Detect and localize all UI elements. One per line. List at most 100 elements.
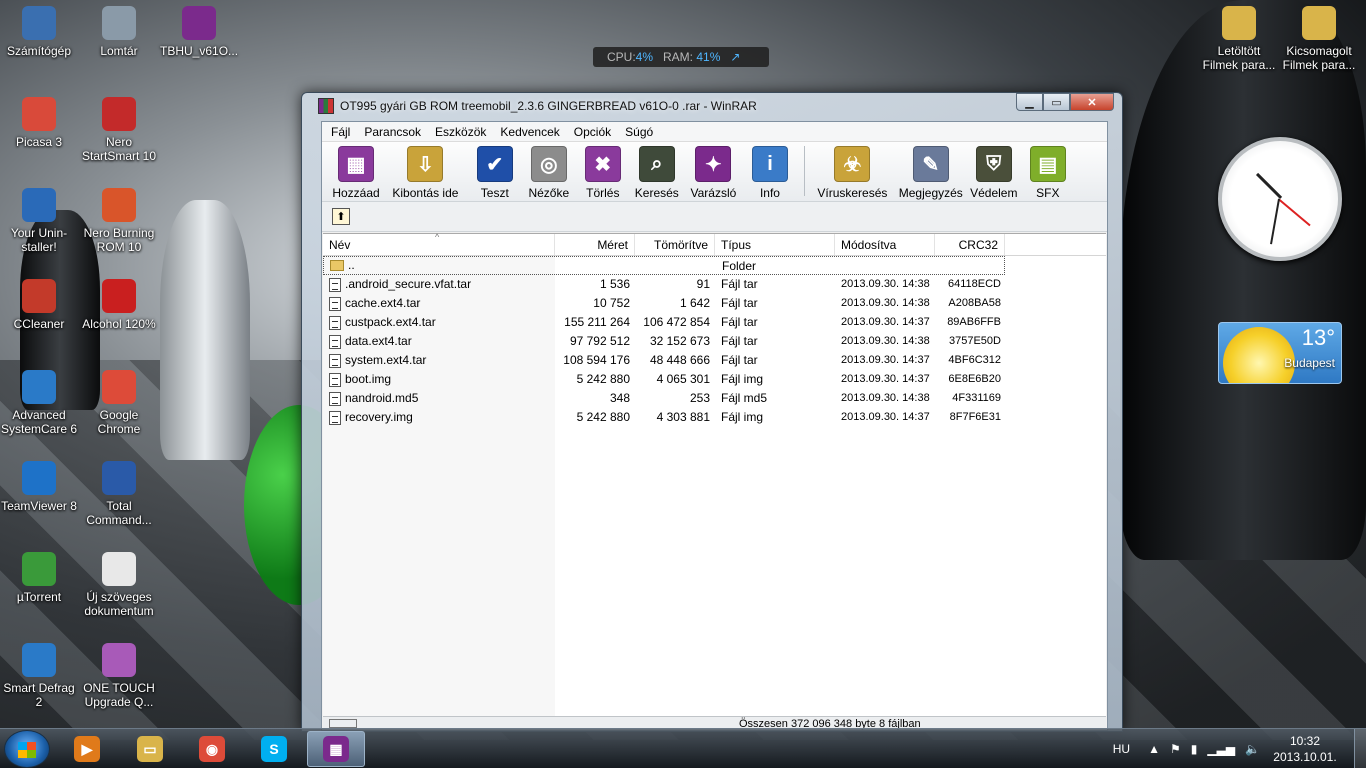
minimize-button[interactable]: ▁: [1016, 93, 1043, 111]
taskbar-button-chrome[interactable]: ◉: [183, 731, 241, 767]
maximize-button[interactable]: ▭: [1043, 93, 1070, 111]
winrar-icon[interactable]: [318, 98, 334, 114]
desktop-icon[interactable]: Smart Defrag 2: [0, 643, 78, 709]
file-row[interactable]: custpack.ext4.tar 155 211 264 106 472 854 F…: [323, 313, 1106, 332]
weather-gadget[interactable]: 13° Budapest: [1218, 322, 1342, 384]
performance-gadget[interactable]: CPU:4% RAM: 41% ↗: [593, 47, 769, 67]
taskbar-button-winrar[interactable]: ▦: [307, 731, 365, 767]
file-row[interactable]: recovery.img 5 242 880 4 303 881 Fájl img 20…: [323, 408, 1106, 427]
network-signal-icon[interactable]: ▁▃▅: [1207, 742, 1235, 756]
menu-item[interactable]: Parancsok: [357, 125, 428, 139]
toolbar-button[interactable]: i Info: [744, 146, 796, 200]
column-header-type[interactable]: Típus: [715, 234, 835, 255]
desktop-icon[interactable]: Total Command...: [80, 461, 158, 527]
file-row[interactable]: nandroid.md5 348 253 Fájl md5 2013.09.30. 14…: [323, 389, 1106, 408]
desktop-icon-label: CCleaner: [13, 317, 65, 331]
toolbar-button[interactable]: ✔ Teszt: [469, 146, 521, 200]
toolbar-button[interactable]: ◎ Nézőke: [523, 146, 575, 200]
desktop-icon[interactable]: Nero Burning ROM 10: [80, 188, 158, 254]
file-size: 348: [609, 391, 630, 405]
volume-icon[interactable]: 🔈: [1245, 742, 1260, 756]
toolbar-button[interactable]: ▦ Hozzáad: [330, 146, 382, 200]
ram-label: RAM:: [663, 50, 694, 64]
desktop-icon[interactable]: Picasa 3: [0, 97, 78, 149]
file-list[interactable]: ^ Név Méret Tömörítve Típus Módosítva CR…: [323, 232, 1106, 716]
desktop-icon[interactable]: TeamViewer 8: [0, 461, 78, 513]
column-header-crc[interactable]: CRC32: [935, 234, 1005, 255]
binoculars-icon: ⌕: [638, 146, 675, 182]
desktop-icon[interactable]: Your Unin-staller!: [0, 188, 78, 254]
title-bar[interactable]: OT995 gyári GB ROM treemobil_2.3.6 GINGE…: [302, 93, 1122, 119]
file-packed-size: 4 065 301: [656, 372, 710, 386]
menu-item[interactable]: Eszközök: [428, 125, 493, 139]
file-icon: [329, 372, 341, 387]
column-header-packed[interactable]: Tömörítve: [635, 234, 715, 255]
file-type: Fájl tar: [721, 296, 758, 310]
toolbar-button-label: Törlés: [586, 186, 620, 200]
extract-folder-icon: ⇩: [407, 146, 444, 182]
file-type: Fájl tar: [721, 315, 758, 329]
desktop-icon[interactable]: Számítógép: [0, 6, 78, 58]
file-row[interactable]: data.ext4.tar 97 792 512 32 152 673 Fájl ta…: [323, 332, 1106, 351]
file-icon: [329, 315, 341, 330]
toolbar-button-label: Hozzáad: [332, 186, 380, 200]
desktop-icon[interactable]: Kicsomagolt Filmek para...: [1280, 6, 1358, 72]
usb-device-icon[interactable]: ▮: [1191, 742, 1198, 756]
file-row[interactable]: system.ext4.tar 108 594 176 48 448 666 Fájl…: [323, 351, 1106, 370]
taskbar-button-media-player[interactable]: ▶: [58, 731, 116, 767]
file-row[interactable]: .android_secure.vfat.tar 1 536 91 Fájl tar 2…: [323, 275, 1106, 294]
parent-folder-row[interactable]: .. Folder: [323, 256, 1005, 275]
taskbar-clock[interactable]: 10:32 2013.10.01.: [1270, 733, 1340, 765]
toolbar-button[interactable]: ▤ SFX: [1022, 146, 1074, 200]
toolbar-button[interactable]: ⇩ Kibontás ide: [384, 146, 467, 200]
file-icon: [329, 277, 341, 292]
toolbar-button[interactable]: ☣ Víruskeresés: [811, 146, 894, 200]
menu-item[interactable]: Súgó: [618, 125, 660, 139]
file-packed-size: 32 152 673: [649, 334, 710, 348]
toolbar-button[interactable]: ✖ Törlés: [577, 146, 629, 200]
desktop-icon[interactable]: CCleaner: [0, 279, 78, 331]
action-center-flag-icon[interactable]: ⚑: [1170, 742, 1181, 756]
toolbar-button[interactable]: ⌕ Keresés: [631, 146, 683, 200]
desktop-icon[interactable]: Alcohol 120%: [80, 279, 158, 331]
close-button[interactable]: ✕: [1070, 93, 1114, 111]
desktop-icon[interactable]: Letöltött Filmek para...: [1200, 6, 1278, 72]
list-header: ^ Név Méret Tömörítve Típus Módosítva CR…: [323, 232, 1106, 256]
desktop-icon[interactable]: Lomtár: [80, 6, 158, 58]
winrar-window[interactable]: OT995 gyári GB ROM treemobil_2.3.6 GINGE…: [301, 92, 1123, 732]
shield-icon: ⛨: [975, 146, 1012, 182]
desktop-icon[interactable]: Nero StartSmart 10: [80, 97, 158, 163]
column-header-modified[interactable]: Módosítva: [835, 234, 935, 255]
column-header-size[interactable]: Méret: [555, 234, 635, 255]
arrow-icon[interactable]: ↗: [730, 50, 740, 64]
desktop-icon[interactable]: ONE TOUCH Upgrade Q...: [80, 643, 158, 709]
toolbar-button[interactable]: ✦ Varázsló: [685, 146, 742, 200]
desktop-icon[interactable]: Új szöveges dokumentum: [80, 552, 158, 618]
show-hidden-icons-icon[interactable]: ▲: [1148, 742, 1160, 756]
language-indicator[interactable]: HU: [1113, 742, 1130, 756]
desktop-icon[interactable]: TBHU_v61O...: [160, 6, 238, 58]
clock-gadget[interactable]: [1218, 137, 1342, 261]
taskbar-button-explorer[interactable]: ▭: [121, 731, 179, 767]
show-desktop-button[interactable]: [1354, 729, 1366, 768]
toolbar-button[interactable]: ✎ Megjegyzés: [896, 146, 966, 200]
file-row[interactable]: cache.ext4.tar 10 752 1 642 Fájl tar 2013.09…: [323, 294, 1106, 313]
start-button[interactable]: [4, 730, 50, 768]
taskbar-button-skype[interactable]: S: [245, 731, 303, 767]
maximize-icon: ▭: [1051, 96, 1062, 109]
up-folder-button[interactable]: ⬆: [332, 208, 350, 225]
file-row[interactable]: boot.img 5 242 880 4 065 301 Fájl img 2013.0…: [323, 370, 1106, 389]
file-modified: 2013.09.30. 14:38: [841, 392, 930, 404]
desktop-icon[interactable]: Google Chrome: [80, 370, 158, 436]
file-crc: 3757E50D: [949, 335, 1001, 347]
toolbar-button-label: SFX: [1036, 186, 1060, 200]
menu-item[interactable]: Kedvencek: [493, 125, 566, 139]
menu-item[interactable]: Opciók: [567, 125, 618, 139]
file-name: recovery.img: [345, 410, 413, 424]
system-tray: HU ▲ ⚑ ▮ ▁▃▅ 🔈 10:32 2013.10.01.: [1113, 729, 1366, 768]
desktop-icon[interactable]: Advanced SystemCare 6: [0, 370, 78, 436]
desktop-icon[interactable]: µTorrent: [0, 552, 78, 604]
file-modified: 2013.09.30. 14:37: [841, 373, 930, 385]
menu-item[interactable]: Fájl: [324, 125, 357, 139]
toolbar-button[interactable]: ⛨ Védelem: [968, 146, 1020, 200]
